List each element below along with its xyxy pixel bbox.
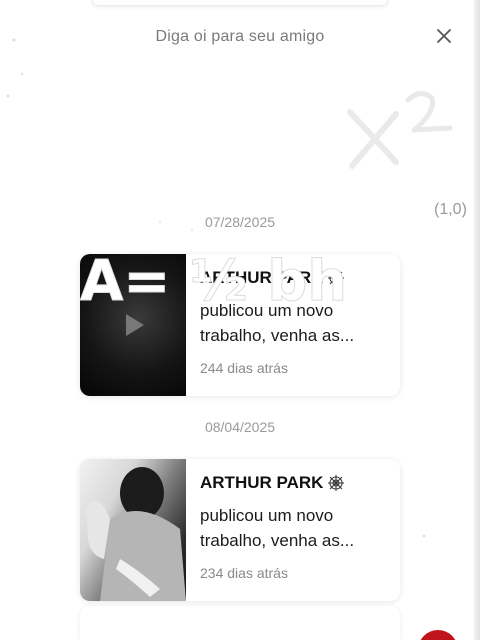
previous-card-edge — [92, 0, 388, 6]
message-preview: publicou um novo trabalho, venha as... — [200, 506, 355, 550]
notification-card[interactable]: ARTHUR PARK publicou um novo trabalho, v… — [80, 459, 400, 601]
sender-name: ARTHUR PARK — [200, 268, 386, 288]
timestamp: 234 dias atrás — [200, 565, 288, 581]
video-thumbnail — [80, 254, 186, 396]
photo-figure — [86, 467, 186, 601]
close-icon — [437, 29, 451, 43]
date-separator: 08/04/2025 — [204, 419, 276, 435]
spider-web-icon — [328, 475, 345, 491]
page-title: Diga oi para seu amigo — [155, 28, 325, 45]
play-icon — [126, 314, 144, 336]
photo-thumbnail — [80, 459, 186, 601]
scroll-edge — [474, 0, 480, 640]
date-separator: 07/28/2025 — [204, 214, 276, 230]
timestamp: 244 dias atrás — [200, 360, 288, 376]
notification-card[interactable]: ARTHUR PARK publicou um novo trabalho, v… — [80, 254, 400, 396]
spider-web-icon — [328, 270, 345, 286]
sender-name-text: ARTHUR PARK — [200, 268, 324, 287]
next-card-edge — [80, 606, 400, 640]
sender-name-text: ARTHUR PARK — [200, 473, 324, 492]
close-button[interactable] — [432, 24, 456, 48]
avatar[interactable] — [418, 630, 458, 640]
message-preview: publicou um novo trabalho, venha as... — [200, 301, 355, 345]
sender-name: ARTHUR PARK — [200, 473, 386, 493]
